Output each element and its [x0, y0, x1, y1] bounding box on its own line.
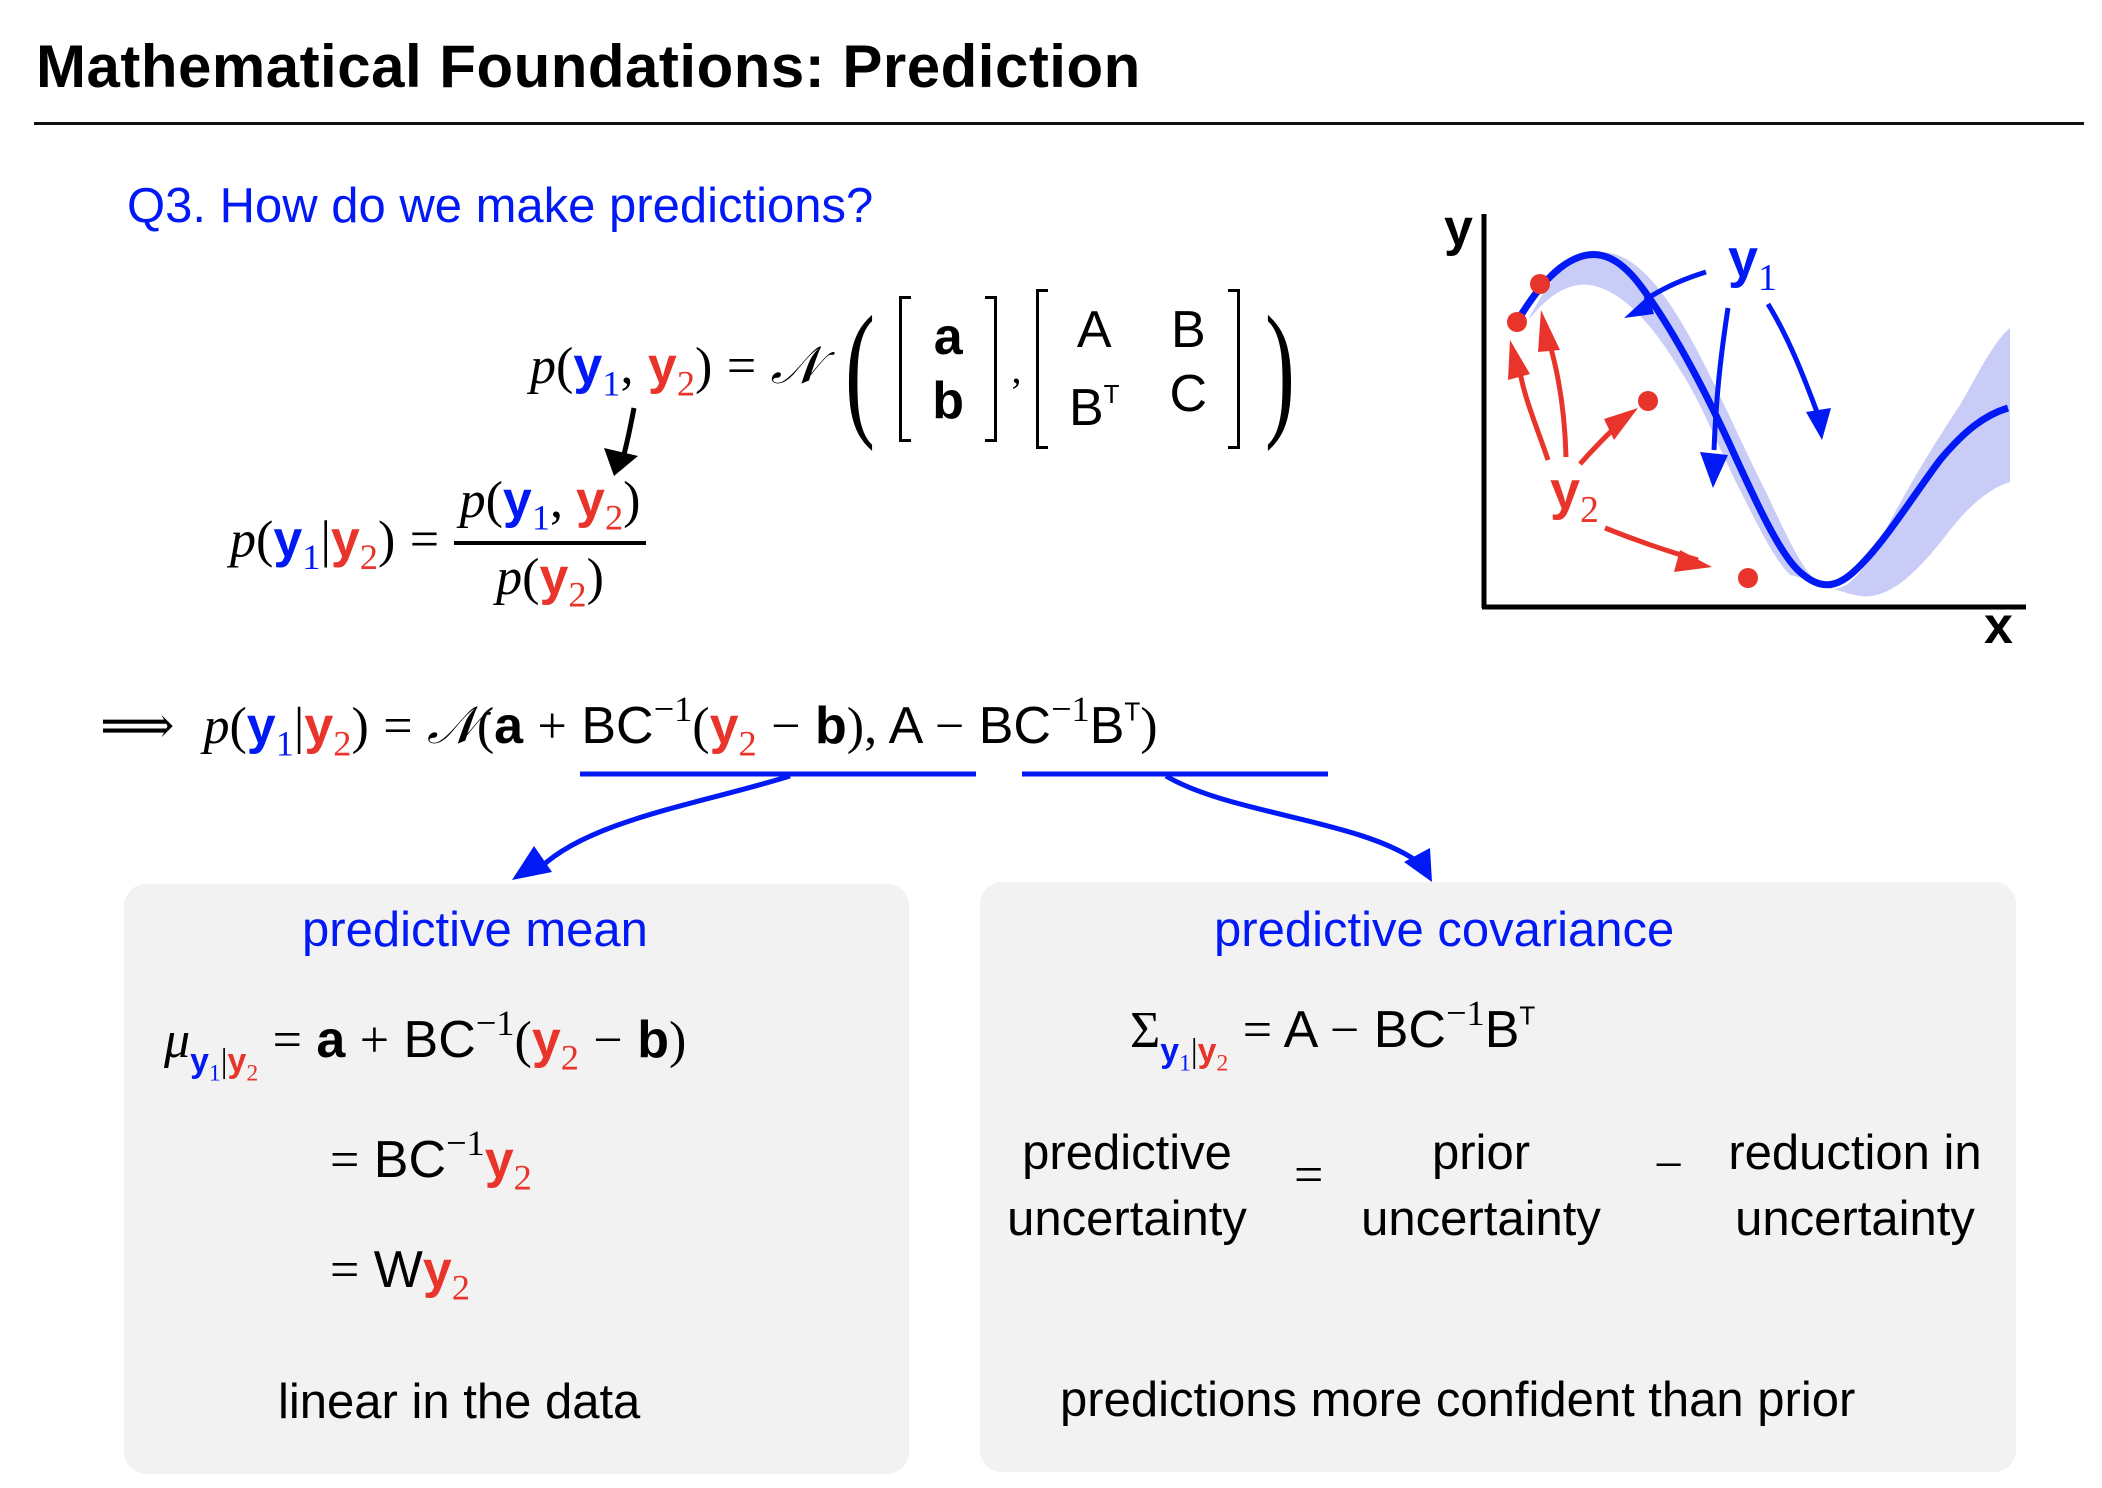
mean-equation-line-3: = Wy2	[330, 1241, 470, 1308]
mean-equation-line-2: = BC−1y2	[330, 1123, 532, 1198]
covariance-caption: predictions more confident than prior	[1060, 1373, 1856, 1427]
mean-equation-line-1: μy1|y2 = a + BC−1(y2 − b)	[164, 1003, 687, 1087]
mean-caption: linear in the data	[278, 1375, 641, 1429]
predictive-covariance-panel: predictive covariance Σy1|y2 = A − BC−1B…	[980, 882, 2016, 1472]
predictive-mean-title: predictive mean	[302, 903, 648, 957]
predictive-covariance-title: predictive covariance	[1214, 903, 1675, 957]
y2-label: y2	[1550, 461, 1599, 532]
y1-label: y1	[1728, 229, 1777, 300]
observation-point	[1530, 274, 1550, 294]
prior-uncertainty-label: prior uncertainty	[1361, 1126, 1601, 1246]
observation-point	[1507, 312, 1527, 332]
covariance-equation: Σy1|y2 = A − BC−1BT	[1130, 993, 1536, 1077]
cov-arrow	[1164, 773, 1420, 865]
x-axis-label: x	[1984, 597, 2013, 655]
observation-point	[1638, 391, 1658, 411]
predictive-mean-panel: predictive mean μy1|y2 = a + BC−1(y2 − b…	[124, 884, 909, 1474]
predictive-uncertainty-label: predictive uncertainty	[1007, 1126, 1247, 1246]
minus-sign: −	[1654, 1137, 1684, 1194]
y2-arrows	[1517, 344, 1699, 563]
y-axis-label: y	[1444, 199, 1473, 257]
equals-sign: =	[1294, 1147, 1324, 1204]
mean-arrow	[538, 773, 791, 870]
reduction-in-uncertainty-label: reduction in uncertainty	[1728, 1126, 1982, 1246]
observation-point	[1738, 568, 1758, 588]
